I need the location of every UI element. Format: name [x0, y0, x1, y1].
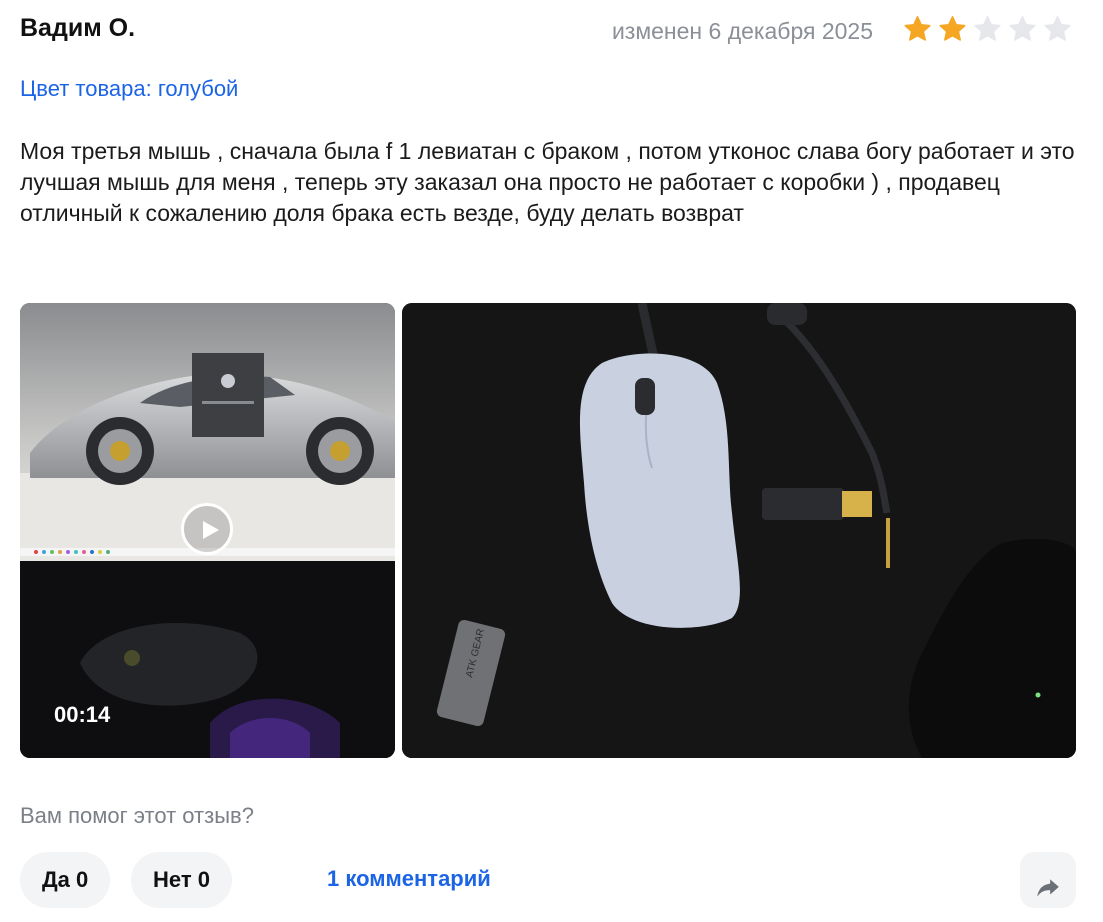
star-icon — [1044, 16, 1071, 41]
rating-stars — [902, 14, 1073, 45]
helpful-question: Вам помог этот отзыв? — [20, 803, 254, 828]
vote-yes-button[interactable]: Да 0 — [20, 852, 111, 908]
share-button[interactable] — [1020, 852, 1076, 908]
video-duration: 00:14 — [54, 702, 111, 727]
review-photo-image: ATK GEAR — [402, 303, 1076, 758]
review-text: Моя третья мышь , сначала была f 1 левиа… — [20, 138, 1075, 226]
star-icon — [904, 16, 931, 41]
review-author: Вадим О. — [20, 14, 136, 42]
star-icon — [974, 16, 1001, 41]
play-button[interactable] — [181, 503, 233, 555]
review-photo-thumbnail[interactable]: ATK GEAR — [402, 303, 1076, 758]
play-icon — [203, 521, 219, 539]
share-icon — [1037, 878, 1059, 897]
review-date: изменен 6 декабря 2025 — [611, 18, 873, 44]
product-color[interactable]: Цвет товара: голубой — [20, 76, 238, 102]
comments-link[interactable]: 1 комментарий — [327, 866, 491, 892]
star-icon — [939, 16, 966, 41]
star-icon — [1009, 16, 1036, 41]
vote-no-button[interactable]: Нет 0 — [131, 852, 232, 908]
